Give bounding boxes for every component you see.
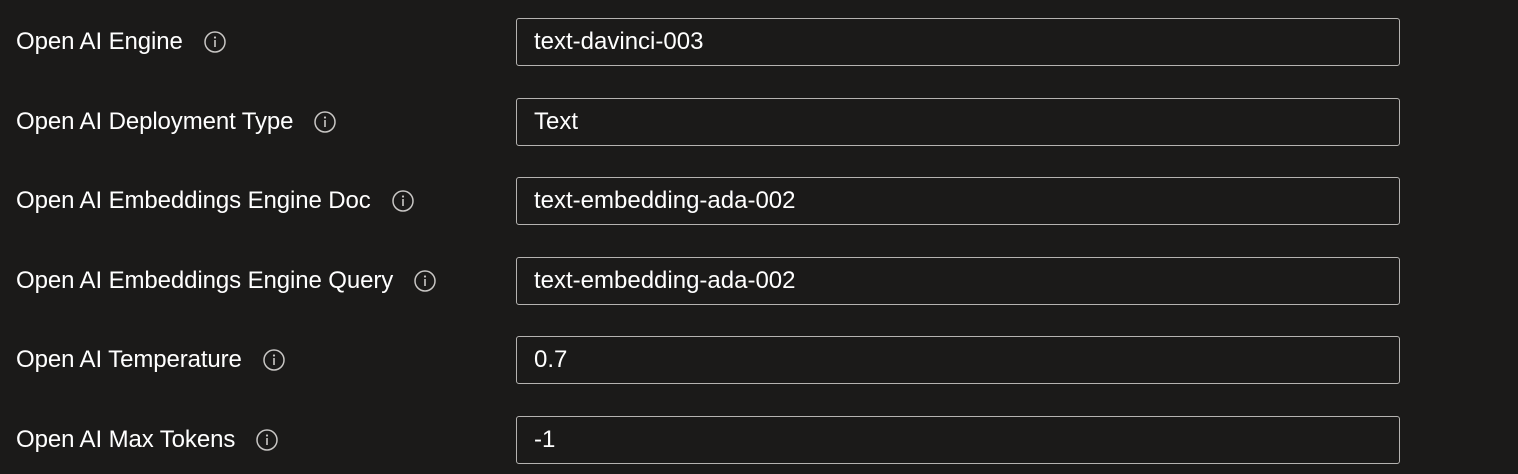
field-row-openai-max-tokens: Open AI Max Tokens: [0, 416, 1518, 464]
info-icon[interactable]: [313, 110, 337, 134]
openai-max-tokens-input[interactable]: [516, 416, 1400, 464]
info-icon[interactable]: [413, 269, 437, 293]
field-label: Open AI Embeddings Engine Doc: [16, 187, 371, 214]
field-row-openai-engine: Open AI Engine: [0, 18, 1518, 66]
field-row-openai-embeddings-engine-doc: Open AI Embeddings Engine Doc: [0, 177, 1518, 225]
openai-settings-form: Open AI Engine Open AI Deployment Type O…: [0, 0, 1518, 474]
openai-engine-input[interactable]: [516, 18, 1400, 66]
openai-temperature-input[interactable]: [516, 336, 1400, 384]
field-label-group: Open AI Max Tokens: [16, 416, 279, 464]
info-icon[interactable]: [203, 30, 227, 54]
field-label: Open AI Embeddings Engine Query: [16, 267, 394, 294]
openai-embeddings-engine-query-input[interactable]: [516, 257, 1400, 305]
openai-deployment-type-input[interactable]: [516, 98, 1400, 146]
field-label: Open AI Max Tokens: [16, 426, 236, 453]
field-label-group: Open AI Engine: [16, 18, 227, 66]
field-row-openai-deployment-type: Open AI Deployment Type: [0, 98, 1518, 146]
field-label-group: Open AI Temperature: [16, 336, 286, 384]
field-label: Open AI Temperature: [16, 346, 242, 373]
info-icon[interactable]: [262, 348, 286, 372]
field-label-group: Open AI Embeddings Engine Query: [16, 257, 437, 305]
info-icon[interactable]: [255, 428, 279, 452]
field-label-group: Open AI Deployment Type: [16, 98, 337, 146]
openai-embeddings-engine-doc-input[interactable]: [516, 177, 1400, 225]
field-row-openai-temperature: Open AI Temperature: [0, 336, 1518, 384]
field-label: Open AI Deployment Type: [16, 108, 294, 135]
field-label-group: Open AI Embeddings Engine Doc: [16, 177, 415, 225]
field-label: Open AI Engine: [16, 28, 183, 55]
field-row-openai-embeddings-engine-query: Open AI Embeddings Engine Query: [0, 257, 1518, 305]
info-icon[interactable]: [391, 189, 415, 213]
